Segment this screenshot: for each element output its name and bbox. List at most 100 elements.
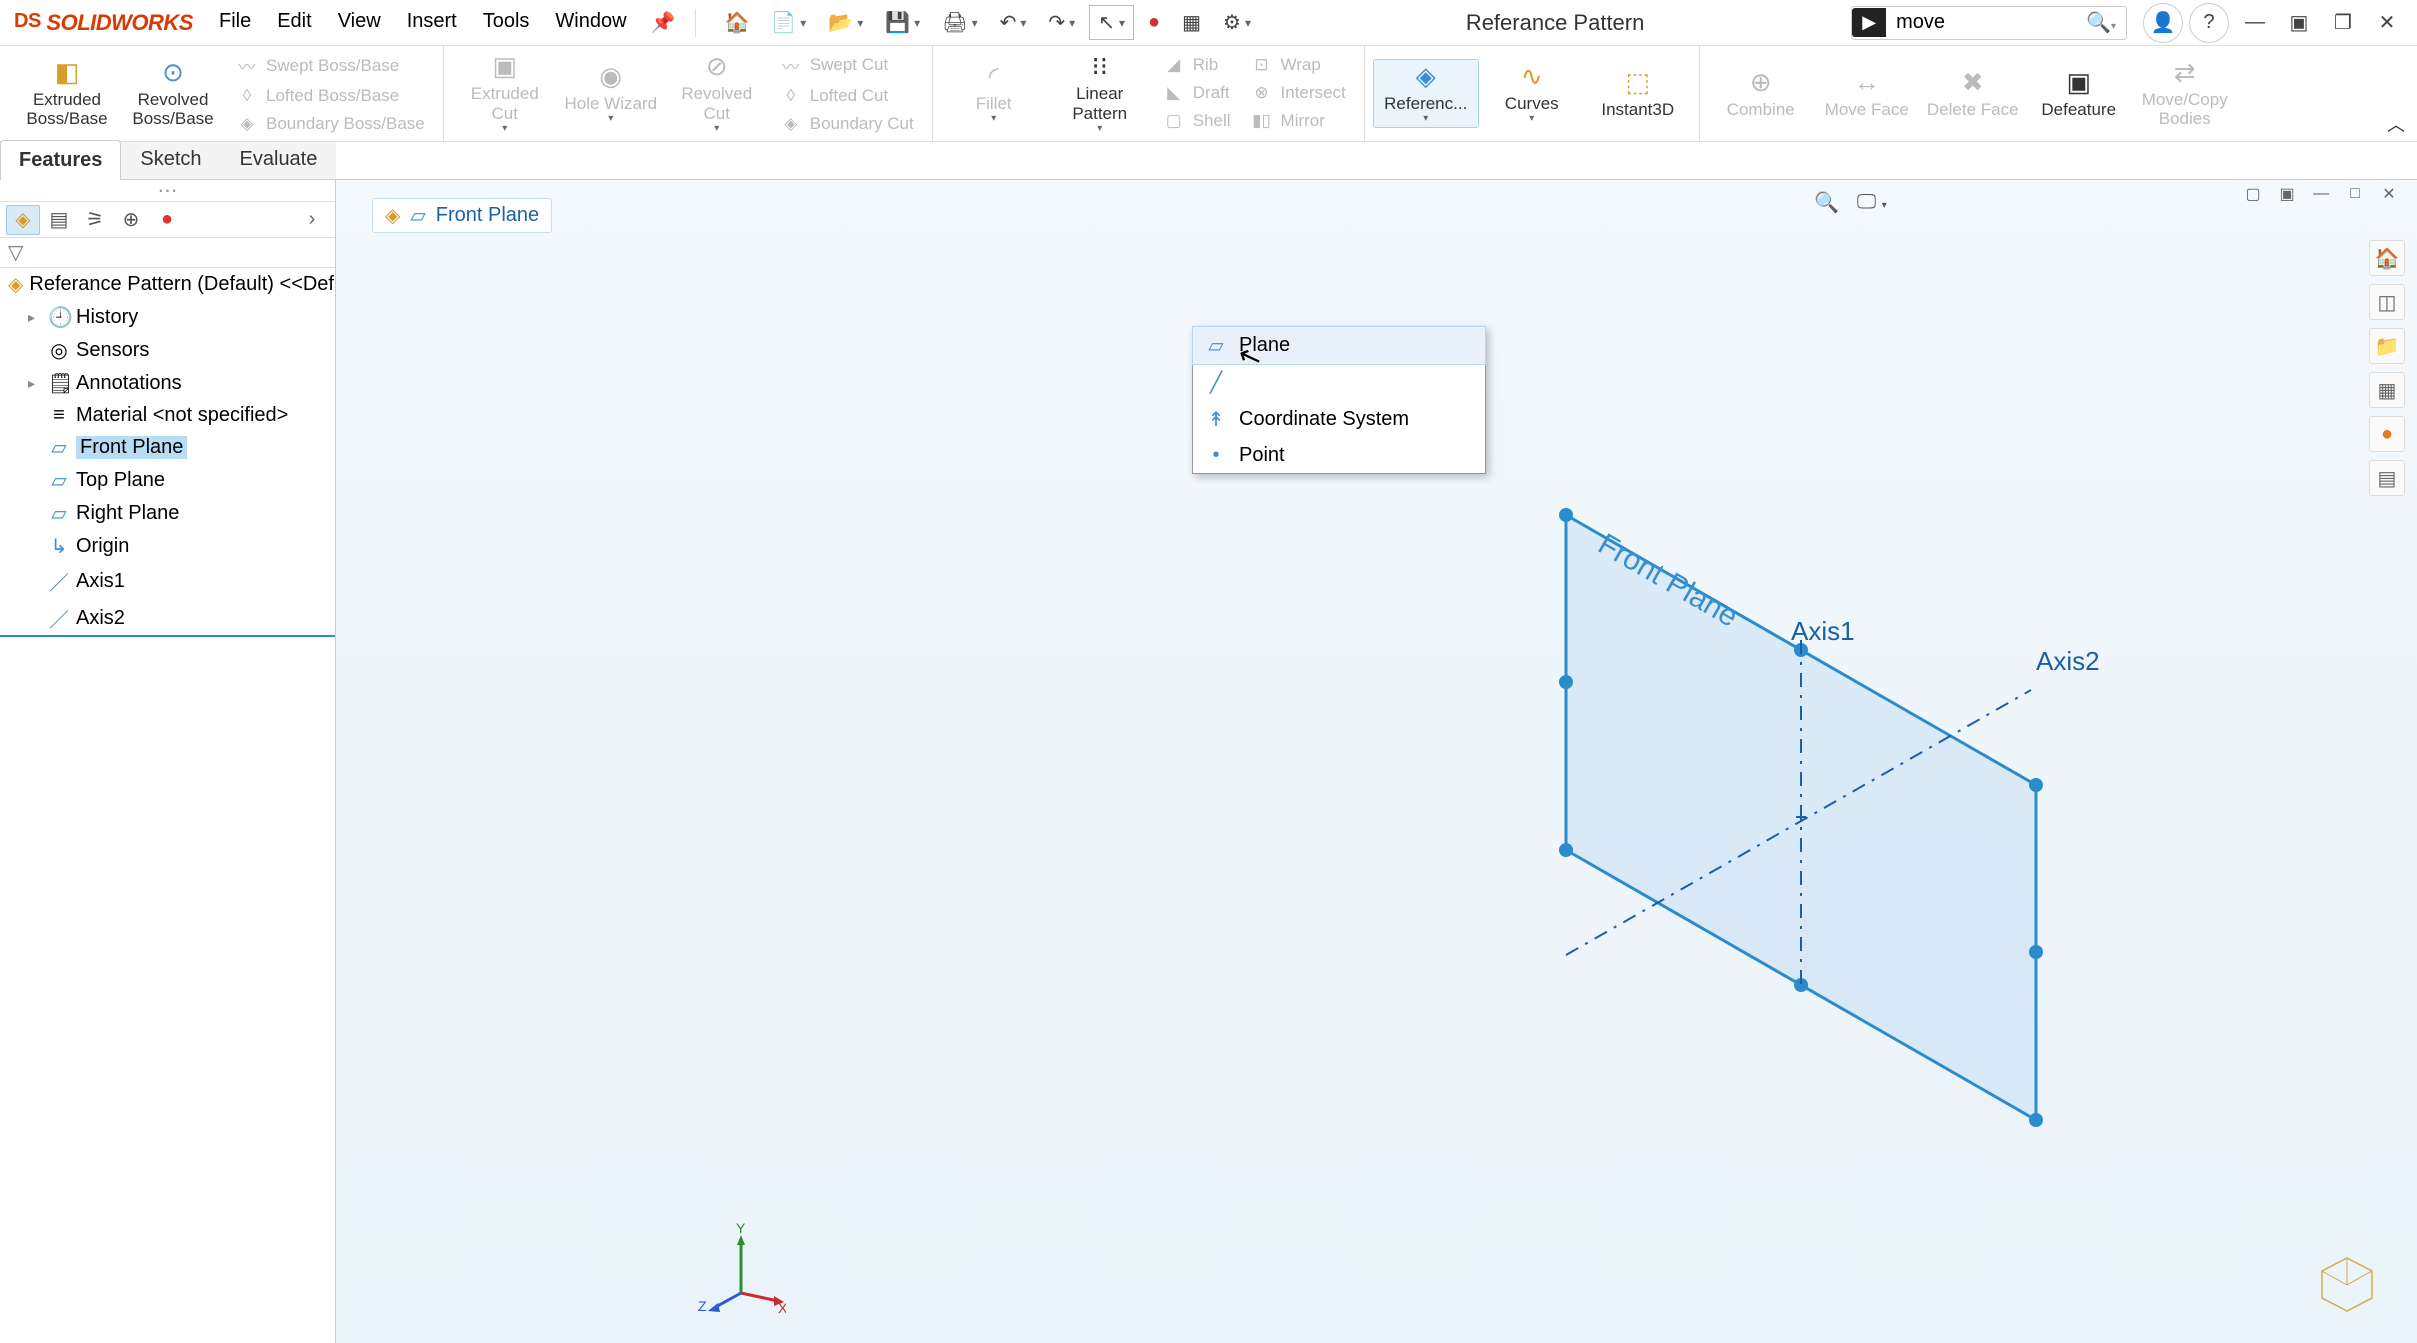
tree-history[interactable]: ▸🕘History [0,301,335,334]
restore-button[interactable]: ▣ [2279,3,2319,43]
menu-edit[interactable]: Edit [265,4,323,41]
tree-annotations[interactable]: ▸🗒Annotations [0,367,335,400]
view-triad[interactable]: Y X Z [696,1223,786,1313]
swept-cut-button[interactable]: 〰Swept Cut [776,51,918,80]
menu-window[interactable]: Window [543,4,638,41]
tree-material[interactable]: ≡Material <not specified> [0,400,335,431]
tree-front-plane[interactable]: ▱Front Plane [0,431,335,464]
search-icon[interactable]: 🔍▾ [2076,10,2126,35]
print-button[interactable]: 🖨▾ [934,6,985,39]
search-input[interactable] [1886,7,2076,38]
help-button[interactable]: ? [2189,3,2229,43]
draft-button[interactable]: ◣Draft [1159,81,1235,105]
close-button[interactable]: ✕ [2367,3,2407,43]
rebuild-button[interactable]: ● [1140,7,1168,38]
undo-button[interactable]: ↶▾ [992,6,1035,39]
swept-boss-button[interactable]: 〰Swept Boss/Base [232,51,429,80]
reference-geometry-button[interactable]: ◈ Referenc...▾ [1373,59,1479,128]
expand-icon[interactable]: ▸ [28,375,42,392]
property-manager-tab[interactable]: ▤ [42,205,76,235]
mirror-button[interactable]: ▮▯Mirror [1247,109,1350,133]
redo-button[interactable]: ↷▾ [1040,6,1083,39]
revolved-boss-button[interactable]: ⊙ Revolved Boss/Base [120,51,226,136]
taskpane-fileexplorer-button[interactable]: 📁 [2369,328,2405,364]
hole-wizard-button[interactable]: ◉ Hole Wizard▾ [558,50,664,136]
maximize-button[interactable]: ❐ [2323,3,2363,43]
intersect-button[interactable]: ⊗Intersect [1247,81,1350,105]
move-face-button[interactable]: ↔Move Face [1814,56,1920,131]
tree-sensors[interactable]: ◎Sensors [0,334,335,367]
plane-handle[interactable] [2029,778,2043,792]
pin-icon[interactable]: 📌 [641,4,686,41]
axis2-label: Axis2 [2036,646,2100,676]
panel-drag-handle[interactable]: ⋯ [0,180,335,202]
menu-view[interactable]: View [326,4,393,41]
extruded-boss-button[interactable]: ◧ Extruded Boss/Base [14,51,120,136]
plane-handle[interactable] [1559,843,1573,857]
menu-file[interactable]: File [207,4,263,41]
boundary-boss-button[interactable]: ◈Boundary Boss/Base [232,112,429,136]
dropdown-coordsys[interactable]: ↟ Coordinate System [1193,401,1485,438]
logo-prefix: DS [14,10,41,32]
ribbon-collapse-button[interactable]: ︿ [2387,111,2405,137]
select-button[interactable]: ↖▾ [1089,5,1134,40]
taskpane-custom-button[interactable]: ▤ [2369,460,2405,496]
delete-face-button[interactable]: ✖Delete Face [1920,56,2026,131]
lofted-cut-button[interactable]: ◊Lofted Cut [776,84,918,108]
lofted-boss-button[interactable]: ◊Lofted Boss/Base [232,84,429,108]
shell-button[interactable]: ▢Shell [1159,109,1235,133]
expand-icon[interactable]: ▸ [28,309,42,326]
tab-evaluate[interactable]: Evaluate [221,139,337,179]
taskpane-home-button[interactable]: 🏠 [2369,240,2405,276]
plane-handle[interactable] [1559,508,1573,522]
rib-button[interactable]: ◢Rib [1159,53,1235,77]
plane-handle[interactable] [1559,675,1573,689]
revolved-cut-button[interactable]: ⊘ Revolved Cut▾ [664,50,770,136]
movecopy-button[interactable]: ⇄Move/Copy Bodies [2132,56,2238,131]
svg-text:Y: Y [736,1223,746,1236]
filter-row[interactable]: ▽ [0,238,335,268]
taskpane-library-button[interactable]: ◫ [2369,284,2405,320]
tree-axis1[interactable]: ／Axis1 [0,563,335,600]
tree-right-plane[interactable]: ▱Right Plane [0,497,335,530]
tree-axis2[interactable]: ／Axis2 [0,600,335,637]
linear-pattern-button[interactable]: ⁝⁝ Linear Pattern▾ [1047,50,1153,136]
curves-button[interactable]: ∿ Curves▾ [1479,59,1585,128]
defeature-button[interactable]: ▣Defeature [2026,56,2132,131]
dropdown-plane[interactable]: ▱ Plane [1192,326,1486,365]
options-button[interactable]: ⚙▾ [1215,6,1259,39]
plane-handle[interactable] [2029,1113,2043,1127]
combine-button[interactable]: ⊕Combine [1708,56,1814,131]
fillet-button[interactable]: ◜ Fillet▾ [941,50,1047,136]
tree-root[interactable]: ◈ Referance Pattern (Default) <<Defau [0,268,335,301]
dimxpert-tab[interactable]: ⊕ [114,205,148,235]
orientation-cube[interactable] [2317,1253,2377,1313]
menu-insert[interactable]: Insert [395,4,469,41]
open-button[interactable]: 📂▾ [820,6,871,39]
user-button[interactable]: 👤 [2143,3,2183,43]
tree-origin[interactable]: ↳Origin [0,530,335,563]
taskpane-appearances-button[interactable]: ● [2369,416,2405,452]
extruded-cut-button[interactable]: ▣ Extruded Cut▾ [452,50,558,136]
tab-sketch[interactable]: Sketch [121,139,220,179]
menu-tools[interactable]: Tools [471,4,542,41]
new-button[interactable]: 📄▾ [763,6,814,39]
plane-handle[interactable] [2029,945,2043,959]
panel-expand-button[interactable]: › [295,205,329,235]
tab-features[interactable]: Features [0,140,121,180]
boundary-cut-button[interactable]: ◈Boundary Cut [776,112,918,136]
config-manager-tab[interactable]: ⚞ [78,205,112,235]
tree-top-plane[interactable]: ▱Top Plane [0,464,335,497]
display-manager-tab[interactable]: ● [150,205,184,235]
display-button[interactable]: ▦ [1174,6,1209,39]
instant3d-button[interactable]: ⬚ Instant3D [1585,59,1691,128]
dropdown-axis[interactable]: ╱ Axis [1193,364,1485,401]
wrap-button[interactable]: ⊡Wrap [1247,53,1350,77]
minimize-button[interactable]: — [2235,3,2275,43]
feature-tree-tab[interactable]: ◈ [6,205,40,235]
search-box[interactable]: ▶ 🔍▾ [1851,6,2127,40]
taskpane-viewpalette-button[interactable]: ▦ [2369,372,2405,408]
dropdown-point[interactable]: • Point [1193,438,1485,473]
home-button[interactable]: 🏠 [716,6,757,39]
save-button[interactable]: 💾▾ [877,6,928,39]
